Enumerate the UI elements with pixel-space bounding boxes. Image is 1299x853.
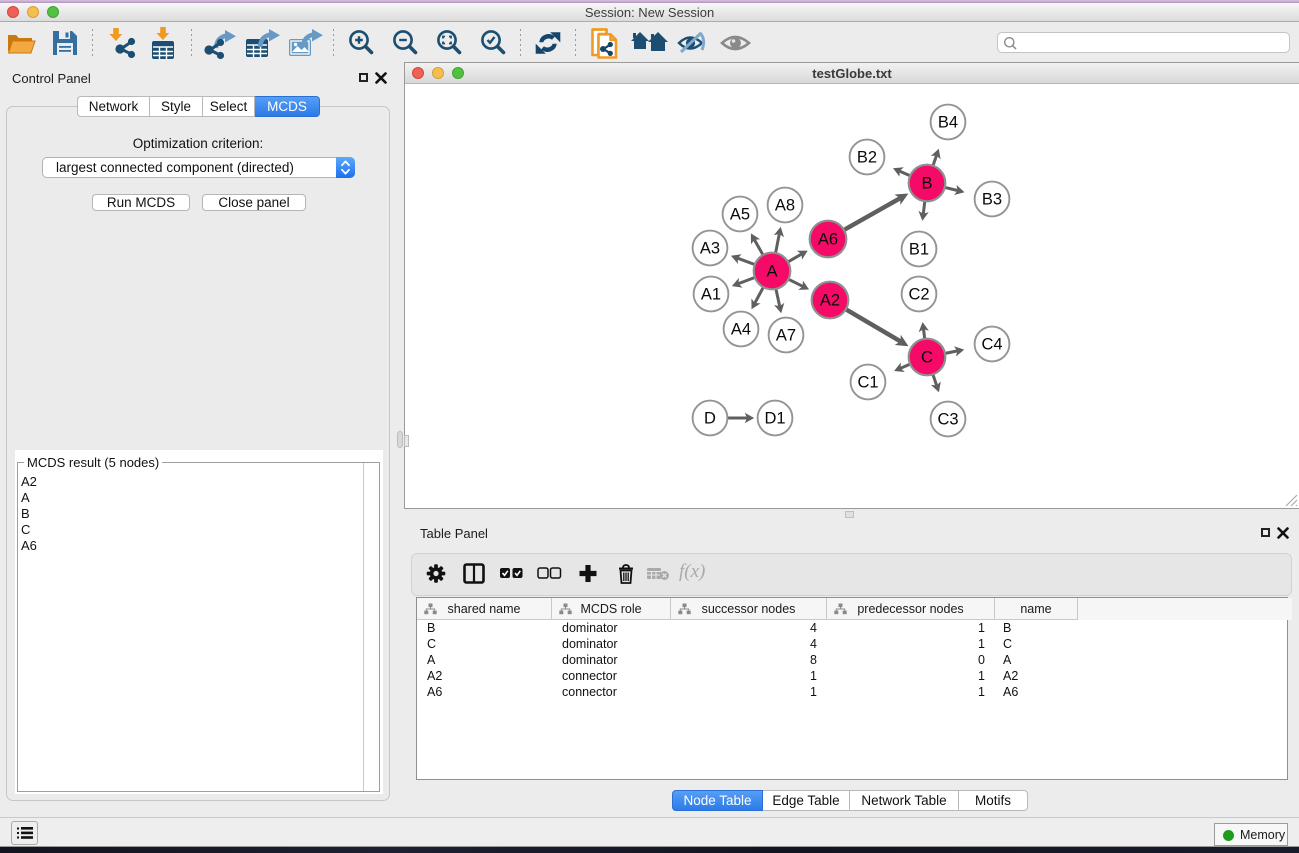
svg-text:A3: A3 — [700, 240, 720, 258]
svg-text:C4: C4 — [981, 336, 1002, 354]
svg-text:B2: B2 — [857, 149, 877, 167]
svg-text:D1: D1 — [764, 410, 785, 428]
svg-text:A6: A6 — [818, 231, 838, 249]
svg-text:A4: A4 — [731, 321, 751, 339]
svg-text:A1: A1 — [701, 286, 721, 304]
svg-text:A5: A5 — [730, 206, 750, 224]
svg-text:B3: B3 — [982, 191, 1002, 209]
svg-text:C: C — [921, 349, 933, 367]
svg-text:C1: C1 — [857, 374, 878, 392]
svg-text:B1: B1 — [909, 241, 929, 259]
svg-text:C3: C3 — [937, 411, 958, 429]
svg-text:A2: A2 — [820, 292, 840, 310]
svg-text:D: D — [704, 410, 716, 428]
svg-text:B4: B4 — [938, 114, 958, 132]
svg-text:A8: A8 — [775, 197, 795, 215]
svg-text:C2: C2 — [908, 286, 929, 304]
svg-text:A: A — [766, 263, 777, 281]
svg-text:B: B — [921, 175, 932, 193]
svg-text:A7: A7 — [776, 327, 796, 345]
